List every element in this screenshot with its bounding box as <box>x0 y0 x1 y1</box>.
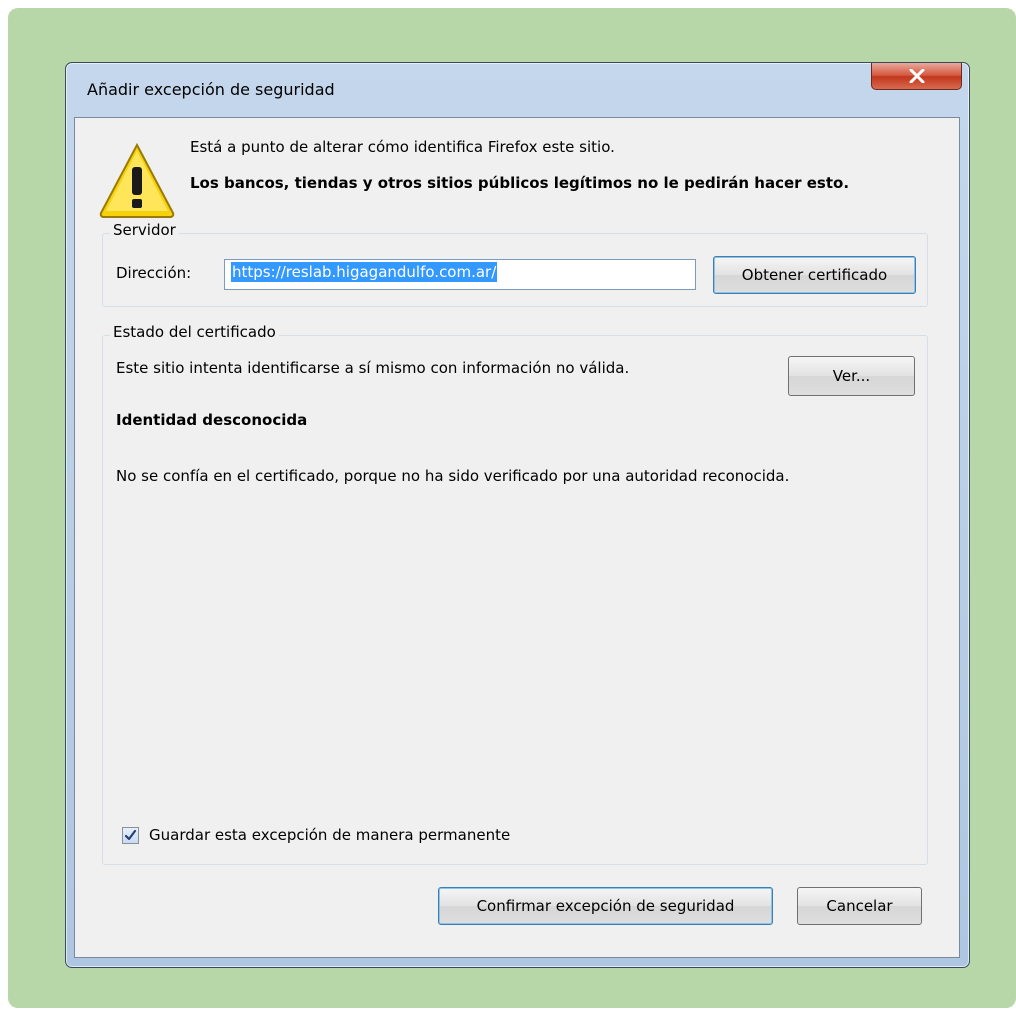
view-certificate-label: Ver... <box>832 367 871 385</box>
checkmark-icon <box>124 829 137 840</box>
view-certificate-button[interactable]: Ver... <box>788 356 915 396</box>
get-certificate-button[interactable]: Obtener certificado <box>713 256 916 294</box>
close-button[interactable] <box>871 63 962 90</box>
warning-message-line1: Está a punto de alterar cómo identifica … <box>190 138 615 156</box>
cancel-button[interactable]: Cancelar <box>797 887 922 925</box>
trust-message: No se confía en el certificado, porque n… <box>116 467 790 485</box>
certificate-status-description: Este sitio intenta identificarse a sí mi… <box>116 359 630 377</box>
save-permanent-option[interactable]: Guardar esta excepción de manera permane… <box>122 826 510 844</box>
certificate-status-title: Estado del certificado <box>110 323 279 341</box>
identity-heading: Identidad desconocida <box>116 411 308 429</box>
confirm-exception-label: Confirmar excepción de seguridad <box>476 897 735 915</box>
close-icon <box>909 69 924 83</box>
address-input[interactable]: https://reslab.higagandulfo.com.ar/ <box>224 259 696 290</box>
save-permanent-label: Guardar esta excepción de manera permane… <box>149 826 511 844</box>
get-certificate-label: Obtener certificado <box>741 266 888 284</box>
address-input-value: https://reslab.higagandulfo.com.ar/ <box>231 262 498 282</box>
warning-triangle-icon <box>99 142 175 218</box>
dialog-title: Añadir excepción de seguridad <box>87 80 335 99</box>
cancel-label: Cancelar <box>826 897 893 915</box>
address-label: Dirección: <box>116 264 192 282</box>
confirm-exception-button[interactable]: Confirmar excepción de seguridad <box>438 887 773 925</box>
warning-message-line2: Los bancos, tiendas y otros sitios públi… <box>190 174 850 192</box>
title-bar[interactable]: Añadir excepción de seguridad <box>66 63 969 117</box>
server-group-title: Servidor <box>110 221 179 239</box>
save-permanent-checkbox[interactable] <box>122 826 139 844</box>
